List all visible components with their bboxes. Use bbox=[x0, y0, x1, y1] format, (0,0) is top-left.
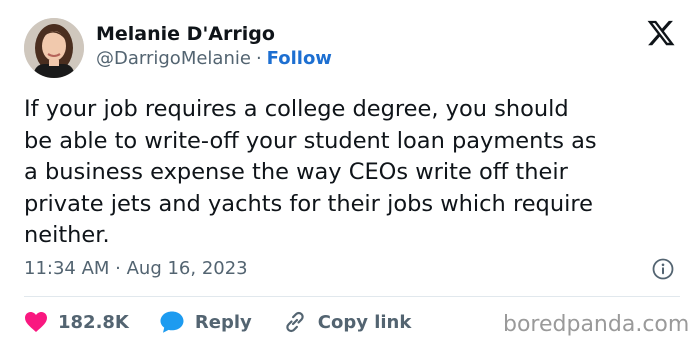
author-handle[interactable]: @DarrigoMelanie bbox=[96, 48, 251, 69]
watermark: boredpanda.com bbox=[503, 312, 690, 337]
x-logo-icon[interactable] bbox=[646, 18, 676, 48]
link-icon bbox=[286, 311, 304, 333]
follow-button[interactable]: Follow bbox=[267, 48, 332, 69]
info-icon[interactable] bbox=[652, 258, 674, 280]
avatar[interactable] bbox=[24, 18, 84, 78]
heart-icon bbox=[25, 312, 47, 332]
like-count: 182.8K bbox=[58, 311, 129, 333]
tweet-timestamp[interactable]: 11:34 AM · Aug 16, 2023 bbox=[24, 258, 248, 279]
author-handle-row: @DarrigoMelanie · Follow bbox=[96, 48, 332, 69]
like-button[interactable]: 182.8K bbox=[24, 311, 129, 333]
reply-button[interactable]: Reply bbox=[159, 310, 252, 334]
author-name[interactable]: Melanie D'Arrigo bbox=[96, 23, 275, 45]
tweet-text: If your job requires a college degree, y… bbox=[24, 96, 597, 248]
divider bbox=[24, 296, 680, 297]
separator-dot: · bbox=[255, 48, 262, 69]
avatar-image bbox=[24, 18, 84, 78]
copy-link-label: Copy link bbox=[317, 311, 412, 333]
action-bar: 182.8K Reply Copy link bbox=[24, 308, 441, 336]
reply-bubble-icon bbox=[160, 311, 184, 333]
copy-link-button[interactable]: Copy link bbox=[282, 309, 412, 335]
reply-label: Reply bbox=[194, 311, 252, 333]
